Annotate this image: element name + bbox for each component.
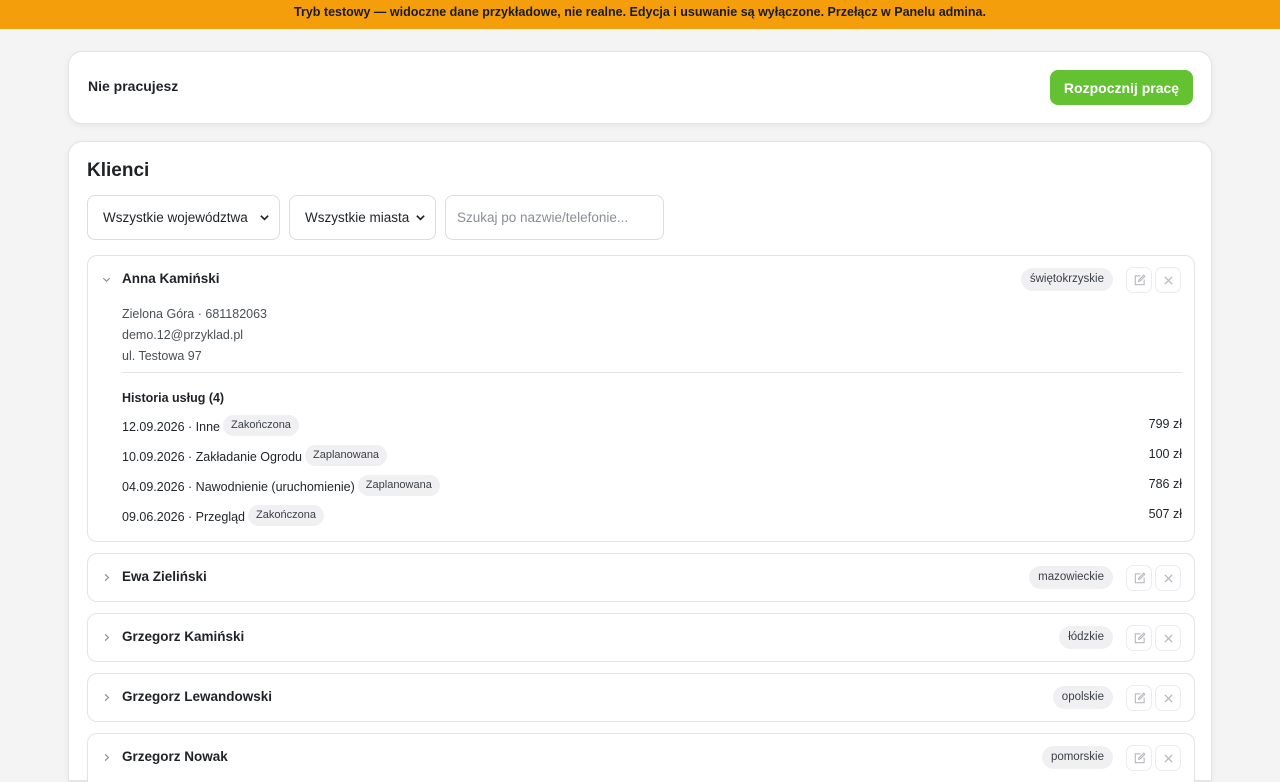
start-work-button[interactable]: Rozpocznij pracę [1050, 70, 1193, 105]
edit-icon [1134, 691, 1146, 703]
region-badge: pomorskie [1041, 746, 1113, 769]
service-status-badge: Zaplanowana [305, 445, 388, 466]
region-filter-select[interactable]: Wszystkie województwa [87, 195, 280, 240]
service-status-badge: Zaplanowana [357, 475, 440, 496]
service-row: 10.09.2026 · Zakładanie Ogrodu Zaplanowan… [122, 444, 1182, 466]
service-history-title: Historia usług (4) [122, 391, 225, 405]
delete-client-button[interactable] [1155, 267, 1181, 293]
service-row: 09.06.2026 · Przegląd Zakończona 507 zł [122, 504, 1182, 526]
service-desc: 04.09.2026 · Nawodnienie (uruchomienie) [122, 479, 355, 494]
client-item: Grzegorz Nowak pomorskie [87, 733, 1195, 782]
client-city-phone: Zielona Góra · 681182063 [122, 307, 268, 321]
work-status-text: Nie pracujesz [88, 78, 179, 94]
client-item: Ewa Zieliński mazowieckie [87, 553, 1195, 602]
chevron-right-icon[interactable] [101, 692, 112, 703]
chevron-down-icon[interactable] [101, 274, 112, 285]
client-name[interactable]: Grzegorz Lewandowski [122, 689, 272, 704]
clients-title: Klienci [87, 160, 150, 181]
city-filter-value: Wszystkie miasta [305, 210, 410, 225]
edit-icon [1134, 571, 1146, 583]
divider [122, 372, 1182, 373]
edit-client-button[interactable] [1126, 565, 1152, 591]
delete-client-button[interactable] [1155, 625, 1181, 651]
client-name[interactable]: Ewa Zieliński [122, 569, 207, 584]
search-input[interactable]: Szukaj po nazwie/telefonie... [445, 195, 664, 240]
city-filter-select[interactable]: Wszystkie miasta [289, 195, 436, 240]
delete-client-button[interactable] [1155, 685, 1181, 711]
edit-client-button[interactable] [1126, 685, 1152, 711]
service-desc: 12.09.2026 · Inne [122, 419, 220, 434]
service-status-badge: Zakończona [223, 415, 299, 436]
clients-card: Klienci Wszystkie województwa Wszystkie … [68, 141, 1212, 782]
edit-icon [1134, 631, 1146, 643]
search-placeholder: Szukaj po nazwie/telefonie... [457, 210, 629, 225]
delete-client-button[interactable] [1155, 565, 1181, 591]
close-icon [1163, 275, 1173, 285]
service-price: 507 zł [1148, 507, 1182, 521]
close-icon [1163, 693, 1173, 703]
client-item: Grzegorz Lewandowski opolskie [87, 673, 1195, 722]
region-badge: opolskie [1052, 686, 1113, 709]
service-status-badge: Zakończona [248, 505, 324, 526]
close-icon [1163, 753, 1173, 763]
client-email: demo.12@przyklad.pl [122, 328, 244, 342]
service-desc: 10.09.2026 · Zakładanie Ogrodu [122, 449, 302, 464]
test-mode-banner: Tryb testowy — widoczne dane przykładowe… [0, 0, 1280, 29]
chevron-down-icon [260, 215, 269, 221]
service-row: 12.09.2026 · Inne Zakończona 799 zł [122, 414, 1182, 436]
client-address: ul. Testowa 97 [122, 349, 202, 363]
client-name[interactable]: Anna Kamiński [122, 271, 220, 286]
client-name[interactable]: Grzegorz Kamiński [122, 629, 244, 644]
region-badge: mazowieckie [1029, 566, 1113, 589]
chevron-right-icon[interactable] [101, 572, 112, 583]
client-name[interactable]: Grzegorz Nowak [122, 749, 228, 764]
region-badge: łódzkie [1059, 626, 1113, 649]
client-item: Anna Kamiński świętokrzyskie Zielona Gór… [87, 255, 1195, 542]
service-price: 100 zł [1148, 447, 1182, 461]
service-price: 799 zł [1148, 417, 1182, 431]
service-price: 786 zł [1148, 477, 1182, 491]
close-icon [1163, 633, 1173, 643]
region-filter-value: Wszystkie województwa [103, 210, 248, 225]
edit-client-button[interactable] [1126, 267, 1152, 293]
chevron-down-icon [416, 215, 425, 221]
delete-client-button[interactable] [1155, 745, 1181, 771]
client-item: Grzegorz Kamiński łódzkie [87, 613, 1195, 662]
chevron-right-icon[interactable] [101, 632, 112, 643]
service-desc: 09.06.2026 · Przegląd [122, 509, 246, 524]
chevron-right-icon[interactable] [101, 752, 112, 763]
edit-icon [1134, 273, 1146, 285]
region-badge: świętokrzyskie [1020, 268, 1113, 291]
close-icon [1163, 573, 1173, 583]
service-row: 04.09.2026 · Nawodnienie (uruchomienie) Z… [122, 474, 1182, 496]
edit-client-button[interactable] [1126, 745, 1152, 771]
edit-client-button[interactable] [1126, 625, 1152, 651]
work-status-card: Nie pracujesz Rozpocznij pracę [68, 51, 1212, 124]
edit-icon [1134, 751, 1146, 763]
